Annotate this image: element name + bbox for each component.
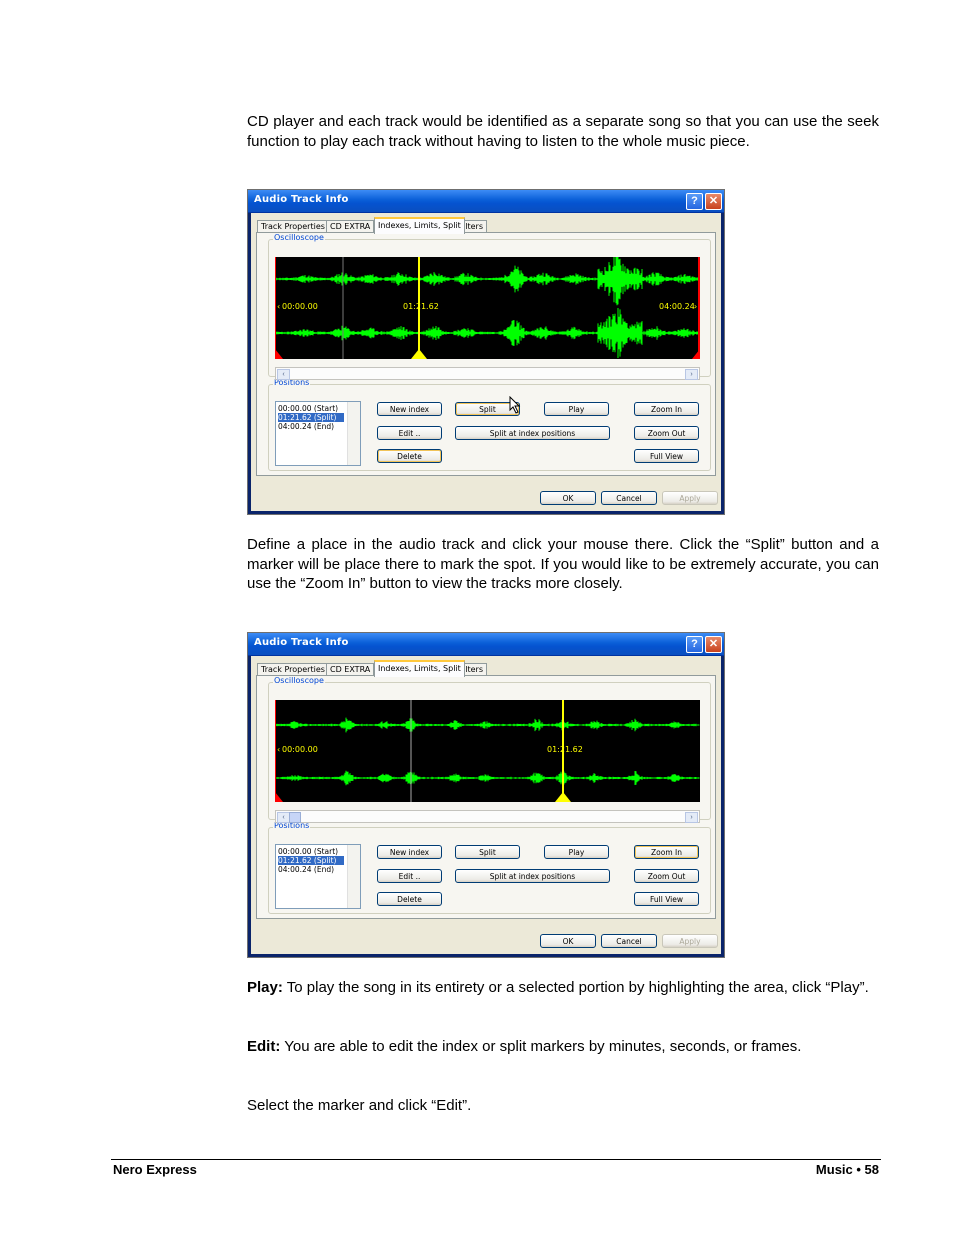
zoom-out-button[interactable]: Zoom Out (634, 426, 699, 440)
start-marker-handle[interactable] (275, 349, 283, 359)
audio-track-info-screenshot-1: Audio Track Info ? ✕ Track Properties CD… (247, 189, 725, 515)
apply-button: Apply (662, 934, 718, 948)
title-bar: Audio Track Info ? ✕ (248, 190, 724, 213)
cancel-button[interactable]: Cancel (601, 934, 657, 948)
end-time-text: 04:00.24 (659, 302, 695, 311)
split-instructions-paragraph: Define a place in the audio track and cl… (247, 536, 879, 593)
oscilloscope-scrollbar[interactable]: ‹ › (275, 367, 700, 380)
start-marker-handle[interactable] (275, 792, 283, 802)
list-item[interactable]: 00:00.00 (Start) (278, 404, 338, 413)
delete-button[interactable]: Delete (377, 892, 442, 906)
new-index-button[interactable]: New index (377, 845, 442, 859)
dialog-title: Audio Track Info (254, 637, 349, 648)
waveform-channel-right (275, 770, 700, 786)
zoom-in-button[interactable]: Zoom In (634, 402, 699, 416)
positions-list[interactable]: 00:00.00 (Start) 01:21.62 (Split) 04:00.… (275, 401, 361, 466)
play-term: Play: (247, 979, 283, 996)
footer-right: Music • 58 (815, 1162, 879, 1177)
list-item-selected[interactable]: 01:21.62 (Split) (278, 413, 344, 422)
waveform-svg: ‹ 00:00.00 01:21.62 04:00.24 › (275, 257, 700, 359)
split-button[interactable]: Split (455, 845, 520, 859)
footer-left: Nero Express (113, 1162, 197, 1177)
waveform-channel-left (275, 257, 700, 306)
oscilloscope-label: Oscilloscope (273, 676, 325, 685)
end-time-arrow: › (694, 302, 697, 311)
scroll-left-icon[interactable]: ‹ (277, 369, 290, 380)
apply-button: Apply (662, 491, 718, 505)
edit-paragraph: Edit: You are able to edit the index or … (247, 1037, 879, 1057)
list-scrollbar[interactable] (347, 402, 360, 465)
close-button[interactable]: ✕ (705, 636, 722, 653)
oscilloscope-scrollbar[interactable]: ‹ › (275, 810, 700, 823)
scroll-thumb[interactable] (289, 812, 301, 823)
mouse-pointer-icon (509, 396, 521, 414)
edit-button[interactable]: Edit .. (377, 869, 442, 883)
dialog-title: Audio Track Info (254, 194, 349, 205)
list-item[interactable]: 00:00.00 (Start) (278, 847, 338, 856)
ok-button[interactable]: OK (540, 491, 596, 505)
waveform-svg: ‹ 00:00.00 01:21.62 (275, 700, 700, 802)
footer-rule (111, 1159, 881, 1160)
zoom-out-button[interactable]: Zoom Out (634, 869, 699, 883)
positions-list[interactable]: 00:00.00 (Start) 01:21.62 (Split) 04:00.… (275, 844, 361, 909)
split-marker-handle[interactable] (411, 349, 427, 359)
list-scrollbar[interactable] (347, 845, 360, 908)
tab-indexes-limits-split[interactable]: Indexes, Limits, Split (374, 660, 465, 677)
cancel-button[interactable]: Cancel (601, 491, 657, 505)
split-at-index-button[interactable]: Split at index positions (455, 426, 610, 440)
list-item-selected[interactable]: 01:21.62 (Split) (278, 856, 344, 865)
full-view-button[interactable]: Full View (634, 892, 699, 906)
title-bar: Audio Track Info ? ✕ (248, 633, 724, 656)
ok-button[interactable]: OK (540, 934, 596, 948)
delete-button[interactable]: Delete (377, 449, 442, 463)
zoom-in-button[interactable]: Zoom In (634, 845, 699, 859)
split-time-text: 01:21.62 (547, 745, 583, 754)
close-button[interactable]: ✕ (705, 193, 722, 210)
edit-term: Edit: (247, 1038, 281, 1055)
waveform-channel-right (275, 308, 700, 358)
scroll-right-icon[interactable]: › (685, 369, 698, 380)
play-paragraph: Play: To play the song in its entirety o… (247, 978, 879, 998)
oscilloscope-label: Oscilloscope (273, 233, 325, 242)
help-button[interactable]: ? (686, 636, 703, 653)
tab-indexes-limits-split[interactable]: Indexes, Limits, Split (374, 217, 465, 234)
select-marker-paragraph: Select the marker and click “Edit”. (247, 1097, 472, 1114)
start-time-label: ‹ (277, 745, 280, 754)
intro-paragraph: CD player and each track would be identi… (247, 113, 879, 150)
play-description: To play the song in its entirety or a se… (282, 979, 869, 996)
list-item[interactable]: 04:00.24 (End) (278, 865, 334, 874)
dialog-client: Track Properties CD EXTRA Indexes, Limit… (251, 656, 721, 954)
split-at-index-button[interactable]: Split at index positions (455, 869, 610, 883)
split-time-text: 01:21.62 (403, 302, 439, 311)
list-item[interactable]: 04:00.24 (End) (278, 422, 334, 431)
audio-track-info-screenshot-2: Audio Track Info ? ✕ Track Properties CD… (247, 632, 725, 958)
scroll-right-icon[interactable]: › (685, 812, 698, 823)
edit-button[interactable]: Edit .. (377, 426, 442, 440)
full-view-button[interactable]: Full View (634, 449, 699, 463)
help-button[interactable]: ? (686, 193, 703, 210)
start-time-text: 00:00.00 (282, 745, 318, 754)
play-button[interactable]: Play (544, 845, 609, 859)
split-marker-handle[interactable] (555, 792, 571, 802)
oscilloscope-display[interactable]: ‹ 00:00.00 01:21.62 04:00.24 › (275, 257, 700, 359)
start-time-text: 00:00.00 (282, 302, 318, 311)
oscilloscope-display[interactable]: ‹ 00:00.00 01:21.62 (275, 700, 700, 802)
play-button[interactable]: Play (544, 402, 609, 416)
start-time-label: ‹ (277, 302, 280, 311)
edit-description: You are able to edit the index or split … (280, 1038, 802, 1055)
waveform-channel-left (275, 717, 700, 733)
dialog-client: Track Properties CD EXTRA Indexes, Limit… (251, 213, 721, 511)
new-index-button[interactable]: New index (377, 402, 442, 416)
